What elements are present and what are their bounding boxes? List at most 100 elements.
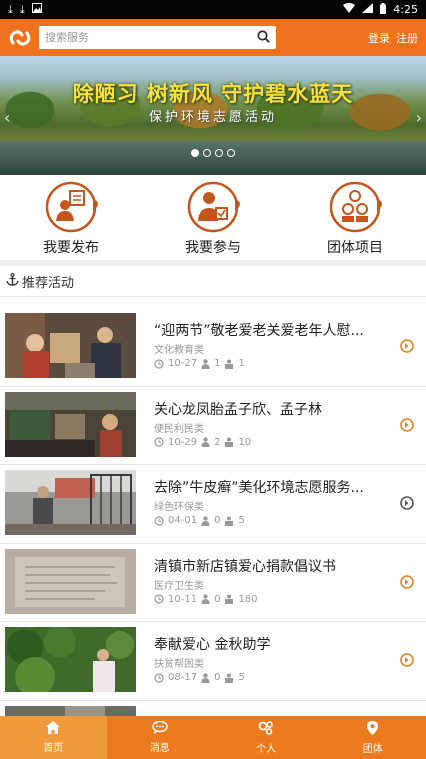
- group-icon: [224, 359, 234, 369]
- publish-icon: [45, 181, 98, 233]
- activity-title: 去除”牛皮癣”美化环境志愿服务...: [154, 480, 364, 496]
- person-icon: [201, 358, 210, 369]
- pager-dot[interactable]: [203, 149, 211, 157]
- activity-thumbnail: [5, 391, 136, 457]
- wifi-icon: [343, 3, 356, 16]
- activity-meta: 04-01 0 5: [154, 515, 245, 526]
- activity-thumbnail: [5, 470, 136, 535]
- banner-carousel[interactable]: 除陋习 树新风 守护碧水蓝天 保护环境志愿活动 ‹ ›: [0, 56, 426, 175]
- tab-group[interactable]: 团体: [320, 716, 426, 759]
- search-input[interactable]: [45, 31, 245, 44]
- activity-groups: 1: [238, 358, 245, 369]
- activity-meta: 10-29 2 10: [154, 437, 251, 448]
- banner-prev-icon[interactable]: ‹: [4, 108, 10, 127]
- activity-title: “迎两节”敬老爱老关爱老年人慰...: [154, 323, 364, 339]
- app-header: 登录 注册: [0, 19, 426, 56]
- group-icon: [224, 673, 234, 683]
- message-icon: [151, 720, 168, 737]
- activity-category: 便民利民类: [154, 423, 204, 435]
- pager-dot[interactable]: [191, 149, 199, 157]
- list-item[interactable]: “迎两节”敬老爱老关爱老年人慰... 文化教育类 10-27 1 1: [0, 308, 426, 387]
- activity-participants: 0: [214, 515, 221, 526]
- banner-water: [0, 141, 426, 175]
- app-logo[interactable]: [6, 24, 33, 51]
- list-item[interactable]: 奉献爱心 金秋助学 扶贫帮困类 08-17 0 5: [0, 622, 426, 701]
- anchor-icon: [6, 272, 19, 290]
- tab-messages-label: 消息: [149, 743, 170, 754]
- activity-participants: 0: [214, 593, 221, 605]
- arrow-right-circle-icon[interactable]: [400, 338, 414, 357]
- bottom-tab-bar: 首页 消息 个人 团体: [0, 716, 426, 759]
- tab-home-label: 首页: [43, 743, 64, 754]
- activity-date: 10-11: [168, 593, 198, 605]
- activity-date: 08-17: [168, 672, 198, 683]
- banner-subtitle: 保护环境志愿活动: [148, 110, 277, 125]
- group-icon: [224, 516, 234, 526]
- activity-list: “迎两节”敬老爱老关爱老年人慰... 文化教育类 10-27 1 1 关心龙凤胎…: [0, 308, 426, 721]
- login-link[interactable]: 登录: [368, 30, 390, 46]
- activity-date: 04-01: [168, 515, 198, 526]
- pager-dot[interactable]: [227, 149, 235, 157]
- list-item[interactable]: 清镇市新店镇爱心捐款倡议书 医疗卫生类 10-11 0 180: [0, 544, 426, 622]
- tab-group-label: 团体: [362, 743, 383, 755]
- group-project-icon: [329, 181, 382, 233]
- photo-icon: [31, 3, 42, 16]
- banner-pager: [0, 149, 426, 157]
- quick-publish-label: 我要发布: [43, 240, 99, 256]
- arrow-right-circle-icon[interactable]: [400, 495, 414, 514]
- clock-icon: [154, 437, 164, 447]
- tab-personal-label: 个人: [256, 743, 277, 755]
- clock: 4:25: [393, 3, 418, 16]
- activity-title: 清镇市新店镇爱心捐款倡议书: [154, 558, 336, 575]
- activity-title: 关心龙凤胎孟子欣、孟子林: [154, 401, 322, 418]
- arrow-right-circle-icon[interactable]: [400, 574, 414, 593]
- section-header: 推荐活动: [0, 266, 426, 297]
- arrow-right-circle-icon[interactable]: [400, 652, 414, 671]
- clock-icon: [154, 515, 164, 526]
- tab-messages[interactable]: 消息: [107, 716, 214, 759]
- battery-icon: [380, 2, 387, 17]
- person-icon: [201, 672, 210, 683]
- download-icon: ⤓: [8, 2, 13, 16]
- activity-groups: 5: [238, 515, 245, 526]
- activity-groups: 10: [238, 436, 252, 448]
- user-icon: [258, 720, 274, 738]
- activity-thumbnail: [5, 627, 136, 692]
- person-icon: [201, 515, 210, 526]
- location-icon: [367, 720, 379, 738]
- activity-meta: 10-11 0 180: [154, 594, 258, 605]
- search-icon[interactable]: [257, 28, 270, 47]
- quick-publish[interactable]: 我要发布: [0, 181, 142, 260]
- clock-icon: [154, 594, 164, 604]
- app-root: ⤓ ⤓ 4:25 搜索服务 登录 注册 除陋习 树新风 守护碧水蓝天 保护环境志…: [0, 0, 426, 759]
- list-item[interactable]: 去除”牛皮癣”美化环境志愿服务... 绿色环保类 04-01 0 5: [0, 465, 426, 544]
- register-link[interactable]: 注册: [396, 30, 418, 46]
- pager-dot[interactable]: [215, 149, 223, 157]
- activity-category: 医疗卫生类: [154, 580, 204, 592]
- activity-category: 文化教育类: [154, 345, 204, 356]
- activity-meta: 10-27 1 1: [154, 358, 245, 369]
- participate-icon: [187, 181, 240, 233]
- signal-icon: [362, 3, 374, 16]
- list-item[interactable]: 关心龙凤胎孟子欣、孟子林 便民利民类 10-29 2 10: [0, 387, 426, 465]
- quick-group-project[interactable]: 团体项目: [284, 181, 426, 260]
- arrow-right-circle-icon[interactable]: [400, 417, 414, 436]
- activity-participants: 2: [214, 436, 221, 448]
- group-icon: [224, 437, 234, 447]
- group-icon: [224, 594, 234, 604]
- search-box[interactable]: [39, 26, 276, 49]
- activity-date: 10-29: [168, 436, 198, 448]
- activity-thumbnail: [5, 548, 136, 614]
- tab-home[interactable]: 首页: [0, 716, 107, 759]
- activity-participants: 0: [214, 672, 221, 683]
- activity-thumbnail: [5, 313, 136, 378]
- quick-participate[interactable]: 我要参与: [142, 181, 284, 260]
- tab-personal[interactable]: 个人: [213, 716, 320, 759]
- quick-participate-label: 我要参与: [185, 240, 241, 256]
- clock-icon: [154, 672, 164, 683]
- banner-title: 除陋习 树新风 守护碧水蓝天: [72, 81, 354, 106]
- activity-groups: 5: [238, 672, 245, 683]
- activity-groups: 180: [238, 593, 258, 605]
- banner-next-icon[interactable]: ›: [416, 108, 422, 127]
- activity-date: 10-27: [168, 358, 198, 369]
